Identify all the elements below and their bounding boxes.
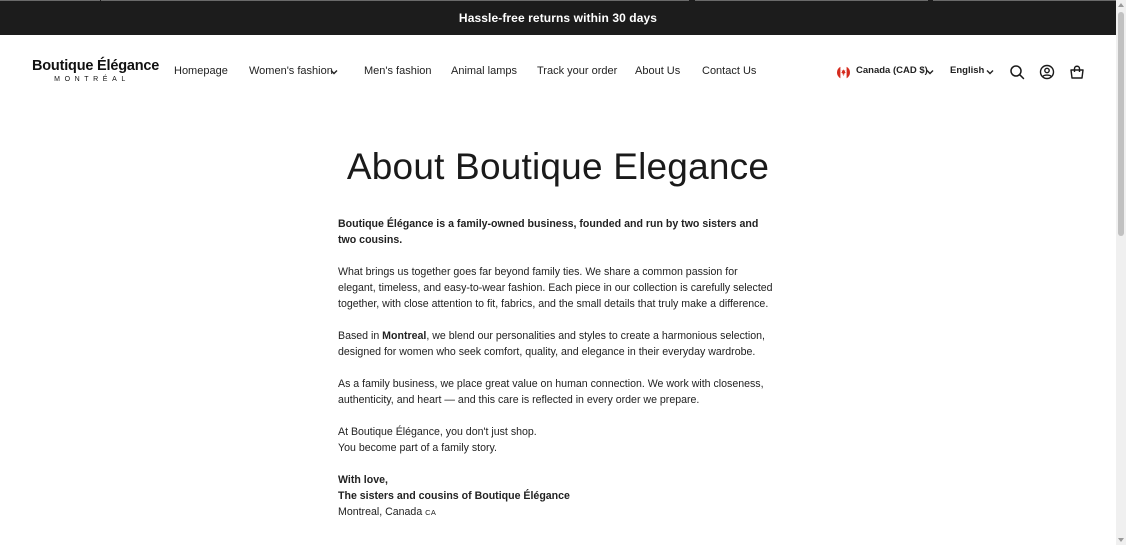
announcement-divider: [933, 0, 1116, 1]
nav-item-mens-fashion[interactable]: Men's fashion: [364, 65, 432, 77]
logo-name: Boutique Élégance: [32, 58, 160, 74]
paragraph: At Boutique Élégance, you don't just sho…: [338, 424, 778, 456]
page-title: About Boutique Elegance: [346, 146, 770, 187]
chevron-down-icon[interactable]: [926, 69, 934, 75]
nav-item-homepage[interactable]: Homepage: [174, 65, 228, 77]
signature: With love, The sisters and cousins of Bo…: [338, 472, 778, 521]
canada-flag-icon: [837, 66, 850, 79]
paragraph-line: You become part of a family story.: [338, 442, 497, 454]
announcement-bar: Hassle-free returns within 30 days: [0, 0, 1116, 35]
logo[interactable]: Boutique Élégance MONTRÉAL: [32, 58, 160, 84]
page: Hassle-free returns within 30 days Bouti…: [0, 0, 1116, 545]
about-content: Boutique Élégance is a family-owned busi…: [338, 216, 778, 521]
canada-flag-emoji-icon: CA: [425, 508, 437, 517]
signature-location: Montreal, Canada: [338, 506, 423, 518]
announcement-text: Hassle-free returns within 30 days: [458, 10, 658, 25]
paragraph-text: Based in: [338, 330, 383, 342]
nav-item-womens-fashion[interactable]: Women's fashion: [249, 65, 333, 77]
search-icon[interactable]: [1009, 64, 1025, 80]
nav-item-about-us[interactable]: About Us: [635, 65, 680, 77]
scrollbar[interactable]: [1116, 0, 1126, 545]
paragraph: What brings us together goes far beyond …: [338, 266, 773, 310]
cart-icon[interactable]: [1069, 64, 1085, 80]
paragraph: As a family business, we place great val…: [338, 378, 764, 406]
language-selector[interactable]: English: [950, 65, 984, 76]
chevron-down-icon[interactable]: [330, 69, 338, 75]
nav-item-animal-lamps[interactable]: Animal lamps: [451, 65, 517, 77]
country-selector[interactable]: Canada (CAD $): [856, 65, 928, 76]
scroll-thumb[interactable]: [1118, 12, 1124, 236]
city-name: Montreal: [382, 330, 427, 342]
intro-paragraph: Boutique Élégance is a family-owned busi…: [338, 218, 759, 246]
signature-name: The sisters and cousins of Boutique Élég…: [338, 490, 570, 502]
announcement-divider: [0, 0, 100, 1]
site-header: Boutique Élégance MONTRÉAL Homepage Wome…: [0, 35, 1116, 109]
nav-item-contact-us[interactable]: Contact Us: [702, 65, 756, 77]
announcement-divider: [101, 0, 689, 1]
paragraph: Based in Montreal, we blend our personal…: [338, 328, 778, 360]
logo-city: MONTRÉAL: [54, 76, 130, 83]
scroll-down-icon[interactable]: [1118, 538, 1124, 542]
nav-item-track-order[interactable]: Track your order: [537, 65, 617, 77]
chevron-down-icon[interactable]: [986, 69, 994, 75]
signature-greeting: With love,: [338, 474, 388, 486]
announcement-divider: [695, 0, 928, 1]
account-icon[interactable]: [1039, 64, 1055, 80]
scroll-up-icon[interactable]: [1118, 3, 1124, 7]
paragraph-line: At Boutique Élégance, you don't just sho…: [338, 426, 537, 438]
